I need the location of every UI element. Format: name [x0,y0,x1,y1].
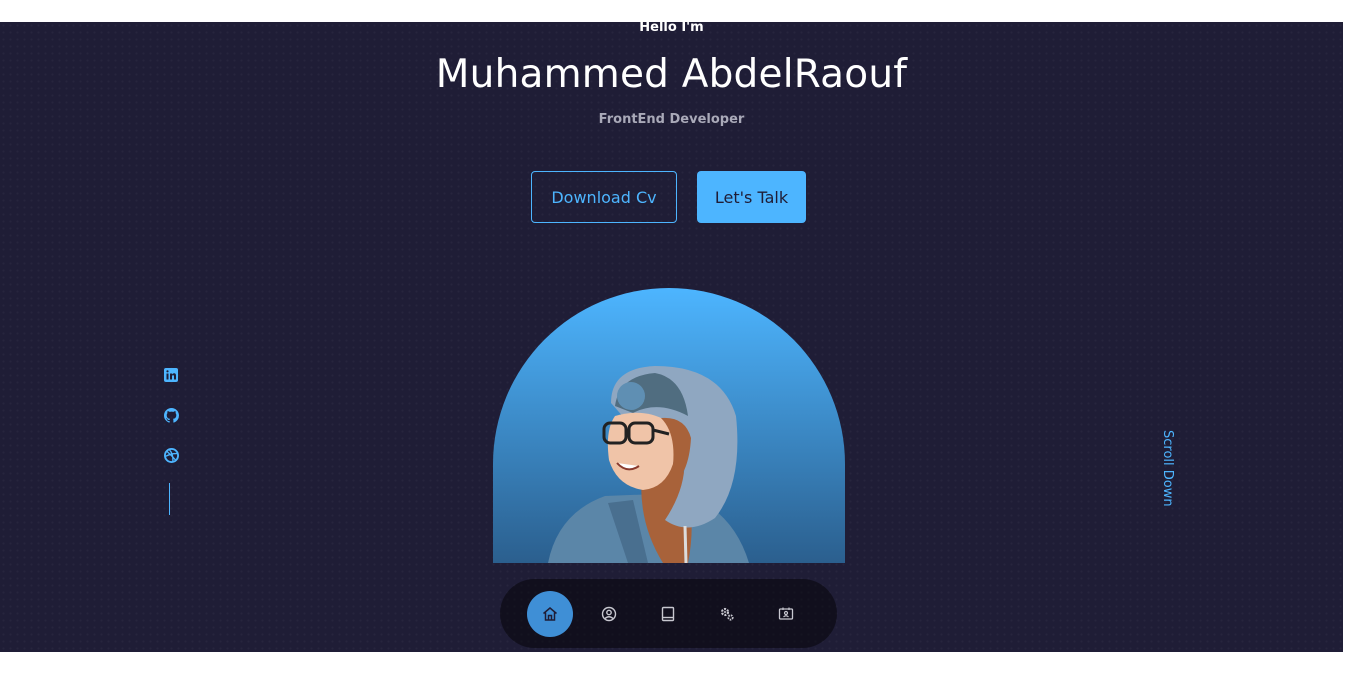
social-divider-line [169,483,170,515]
lets-talk-button[interactable]: Let's Talk [697,171,806,223]
download-cv-button[interactable]: Download Cv [531,171,677,223]
social-links [162,366,180,486]
nav-experience[interactable] [645,591,691,637]
nav-home[interactable] [527,591,573,637]
nav-contact[interactable] [763,591,809,637]
scroll-down-link[interactable]: Scroll Down [1160,430,1175,507]
dribbble-icon[interactable] [162,446,180,464]
profile-photo [493,288,845,563]
user-icon [601,606,617,622]
home-icon [543,607,557,621]
nav-about[interactable] [586,591,632,637]
greeting-text: Hello I'm [639,22,704,35]
developer-role: FrontEnd Developer [598,112,745,127]
services-icon [720,607,734,621]
contact-card-icon [778,607,794,620]
linkedin-icon[interactable] [162,366,180,384]
developer-name: Muhammed AbdelRaouf [435,52,908,97]
bottom-nav [500,579,837,648]
github-icon[interactable] [162,406,180,424]
nav-services[interactable] [704,591,750,637]
book-icon [661,606,675,622]
hero-section: Hello I'm Muhammed AbdelRaouf FrontEnd D… [0,22,1343,652]
